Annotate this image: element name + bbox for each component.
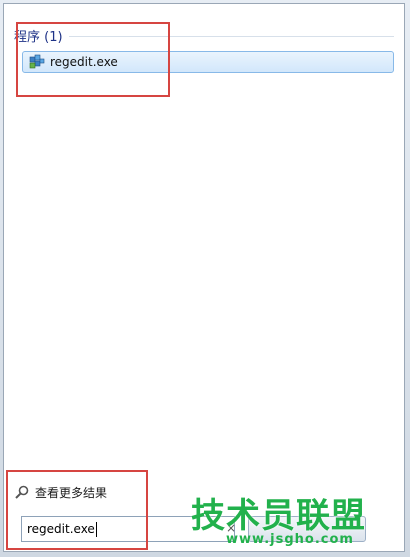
highlight-box-results [16,22,170,97]
watermark-url: www.jsgho.com [226,532,354,547]
highlight-box-search [6,470,148,550]
watermark-logo: 技术员联盟 [191,496,366,536]
